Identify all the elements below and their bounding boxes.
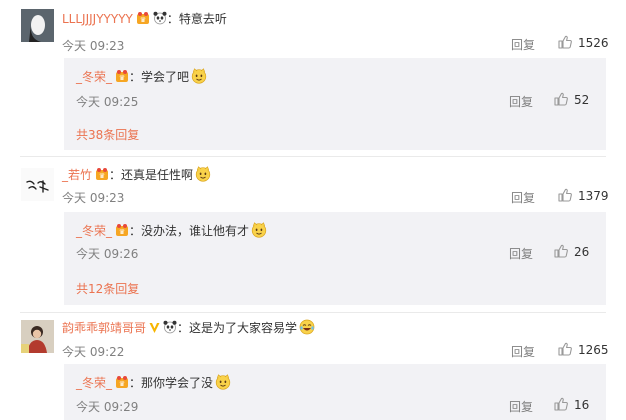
cute-face-emoji-icon xyxy=(195,166,211,182)
like-count: 16 xyxy=(574,398,590,412)
member-badge-icon xyxy=(115,375,129,389)
reply-box: _冬荣_ ：学会了吧 今天 09:25 回复 52 共38条回复 xyxy=(64,58,606,150)
comment-time: 今天 09:23 xyxy=(62,39,125,53)
reply-username[interactable]: _冬荣_ xyxy=(76,70,112,84)
reply-button[interactable]: 回复 xyxy=(511,36,535,53)
avatar[interactable] xyxy=(21,320,54,353)
thumbs-up-icon xyxy=(554,244,568,258)
avatar[interactable] xyxy=(21,9,54,42)
reply-text: ：学会了吧 xyxy=(129,70,190,84)
reply-time: 今天 09:25 xyxy=(76,95,139,109)
comment-time: 今天 09:23 xyxy=(62,191,125,205)
reply-button[interactable]: 回复 xyxy=(509,245,533,262)
like-button[interactable]: 1379 xyxy=(558,188,609,203)
avatar[interactable] xyxy=(21,168,54,201)
thumbs-up-icon xyxy=(554,397,568,411)
reply-line: _冬荣_ ：那你学会了没 xyxy=(76,374,231,390)
more-replies-link[interactable]: 共12条回复 xyxy=(76,280,139,297)
reply-button[interactable]: 回复 xyxy=(509,398,533,415)
divider xyxy=(20,156,606,157)
reply-text: ：没办法，谁让他有才 xyxy=(129,224,250,238)
divider xyxy=(20,312,606,313)
comment-time: 今天 09:22 xyxy=(62,345,125,359)
reply-button[interactable]: 回复 xyxy=(511,343,535,360)
reply-button[interactable]: 回复 xyxy=(509,93,533,110)
more-replies-link[interactable]: 共38条回复 xyxy=(76,126,139,143)
avatar-image xyxy=(21,9,54,42)
reply-text: ：那你学会了没 xyxy=(129,376,214,390)
like-count: 1526 xyxy=(578,36,609,50)
panda-badge-icon xyxy=(153,11,167,25)
cute-face-emoji-icon xyxy=(215,374,231,390)
like-button[interactable]: 1265 xyxy=(558,342,609,357)
comment-username[interactable]: 韵乖乖郭靖哥哥 xyxy=(62,321,146,335)
like-button[interactable]: 52 xyxy=(554,92,589,107)
comment-text: ：特意去听 xyxy=(166,12,227,26)
reply-username[interactable]: _冬荣_ xyxy=(76,224,112,238)
comment-line: _若竹 ：还真是任性啊 xyxy=(62,166,211,182)
like-button[interactable]: 1526 xyxy=(558,35,609,50)
like-button[interactable]: 26 xyxy=(554,244,589,259)
comment-username[interactable]: _若竹 xyxy=(62,168,92,182)
laughing-tears-emoji-icon xyxy=(299,319,315,335)
thumbs-up-icon xyxy=(554,92,568,106)
cute-face-emoji-icon xyxy=(191,68,207,84)
comment-line: 韵乖乖郭靖哥哥 ：这是为了大家容易学 xyxy=(62,319,315,335)
avatar-image xyxy=(21,320,54,353)
member-badge-icon xyxy=(95,167,109,181)
reply-time: 今天 09:29 xyxy=(76,400,139,414)
avatar-image xyxy=(21,168,54,201)
comment-username[interactable]: LLLJJJJYYYYY xyxy=(62,12,133,26)
reply-box: _冬荣_ ：那你学会了没 今天 09:29 回复 16 xyxy=(64,364,606,420)
member-badge-icon xyxy=(115,69,129,83)
thumbs-up-icon xyxy=(558,188,572,202)
comment-line: LLLJJJJYYYYY ：特意去听 xyxy=(62,11,227,26)
like-button[interactable]: 16 xyxy=(554,397,589,412)
reply-time: 今天 09:26 xyxy=(76,247,139,261)
reply-username[interactable]: _冬荣_ xyxy=(76,376,112,390)
like-count: 52 xyxy=(574,93,590,107)
cute-face-emoji-icon xyxy=(251,222,267,238)
reply-box: _冬荣_ ：没办法，谁让他有才 今天 09:26 回复 26 共12条回复 xyxy=(64,212,606,305)
member-badge-icon xyxy=(115,223,129,237)
reply-line: _冬荣_ ：没办法，谁让他有才 xyxy=(76,222,267,238)
like-count: 1379 xyxy=(578,189,609,203)
verified-v-icon xyxy=(149,322,160,334)
thumbs-up-icon xyxy=(558,35,572,49)
reply-button[interactable]: 回复 xyxy=(511,189,535,206)
comment-text: ：还真是任性啊 xyxy=(109,168,194,182)
like-count: 1265 xyxy=(578,343,609,357)
panda-badge-icon xyxy=(163,320,177,334)
comment-text: ：这是为了大家容易学 xyxy=(177,321,298,335)
thumbs-up-icon xyxy=(558,342,572,356)
reply-line: _冬荣_ ：学会了吧 xyxy=(76,68,207,84)
like-count: 26 xyxy=(574,245,590,259)
member-badge-icon xyxy=(136,11,150,25)
